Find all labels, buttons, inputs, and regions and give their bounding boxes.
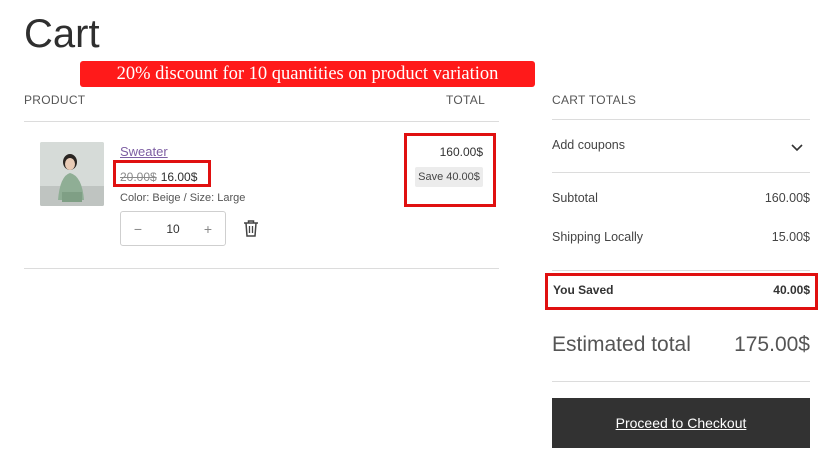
quantity-increase-button[interactable]: +: [201, 221, 215, 237]
estimated-total-value: 175.00$: [734, 333, 810, 356]
product-variation: Color: Beige / Size: Large: [120, 192, 246, 204]
unit-price-highlight-box: [113, 160, 211, 187]
quantity-stepper[interactable]: − 10 +: [120, 211, 226, 246]
sweater-product-image: [40, 142, 104, 206]
proceed-to-checkout-button[interactable]: Proceed to Checkout: [552, 398, 810, 448]
item-divider: [24, 268, 499, 269]
totals-header-divider: [552, 119, 810, 120]
shipping-label: Shipping Locally: [552, 230, 644, 244]
product-column-header: PRODUCT: [24, 93, 86, 107]
add-coupons-toggle[interactable]: Add coupons: [552, 138, 625, 152]
shipping-value: 15.00$: [771, 230, 810, 244]
product-name-link[interactable]: Sweater: [120, 144, 168, 159]
table-header-divider: [24, 121, 499, 122]
quantity-decrease-button[interactable]: −: [131, 221, 145, 237]
trash-icon[interactable]: [243, 219, 259, 237]
you-saved-highlight-box: [545, 273, 818, 310]
total-column-header: TOTAL: [446, 93, 486, 107]
subtotal-value: 160.00$: [764, 191, 810, 205]
page-title: Cart: [24, 12, 100, 56]
cart-totals-header: CART TOTALS: [552, 93, 637, 107]
discount-annotation-banner: 20% discount for 10 quantities on produc…: [80, 61, 535, 87]
subtotal-label: Subtotal: [552, 191, 598, 205]
estimated-total-label: Estimated total: [552, 333, 691, 356]
chevron-down-icon[interactable]: [790, 140, 804, 154]
line-total-highlight-box: [404, 133, 496, 207]
coupons-divider: [552, 172, 810, 173]
estimated-divider: [552, 381, 810, 382]
saved-divider: [552, 270, 810, 271]
quantity-value[interactable]: 10: [166, 222, 179, 236]
product-thumbnail[interactable]: [40, 142, 104, 206]
